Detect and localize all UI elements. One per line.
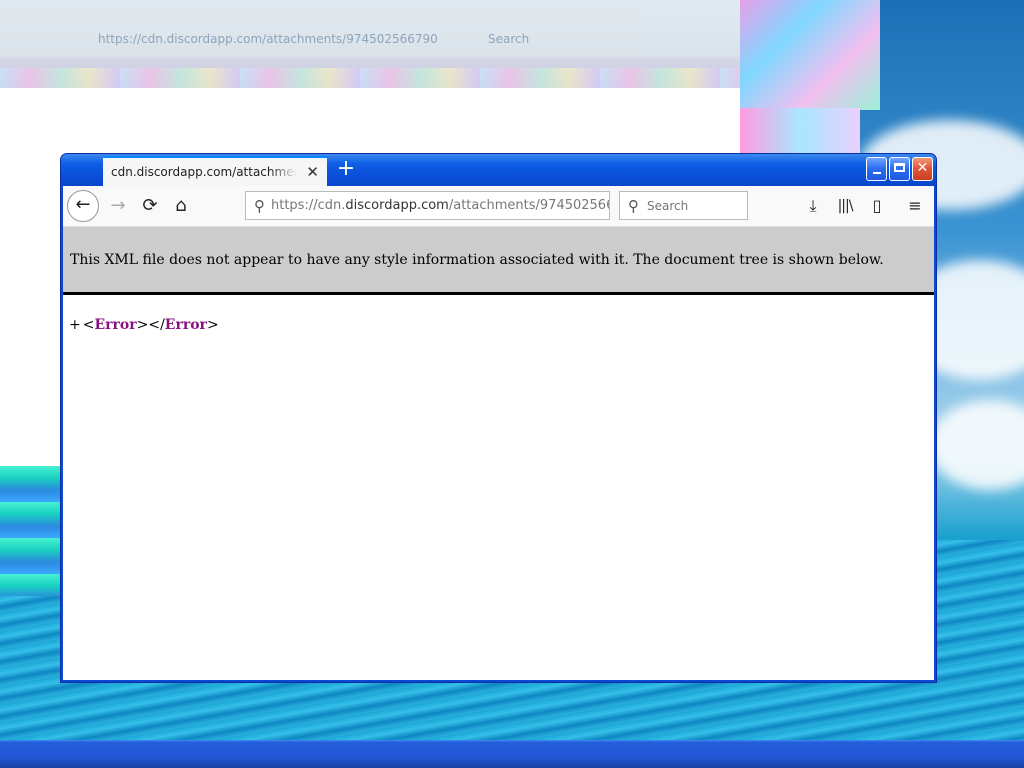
xml-style-notice: This XML file does not appear to have an… bbox=[63, 227, 934, 295]
minimize-button[interactable] bbox=[866, 157, 887, 181]
search-icon: ⚲ bbox=[254, 196, 265, 215]
ghost-url-text: https://cdn.discordapp.com/attachments/9… bbox=[98, 32, 438, 46]
end-tag-open-bracket: </ bbox=[148, 317, 165, 333]
url-prefix: https://cdn. bbox=[271, 198, 346, 213]
tag-close-bracket: > bbox=[136, 317, 149, 333]
home-icon[interactable]: ⌂ bbox=[166, 192, 196, 220]
tag-open-bracket: < bbox=[82, 317, 95, 333]
address-bar[interactable]: ⚲ https://cdn.discordapp.com/attachments… bbox=[245, 191, 610, 220]
reload-icon[interactable]: ⟳ bbox=[135, 192, 165, 220]
new-tab-button[interactable]: + bbox=[333, 157, 359, 183]
search-box[interactable]: ⚲ bbox=[619, 191, 748, 220]
end-tag-name: Error bbox=[164, 317, 207, 333]
library-icon[interactable]: |||\ bbox=[831, 192, 859, 220]
maximize-icon bbox=[894, 163, 905, 172]
search-input[interactable] bbox=[645, 197, 739, 214]
maximize-button[interactable] bbox=[889, 157, 910, 181]
tab-active[interactable]: cdn.discordapp.com/attachments/974502566… bbox=[103, 156, 327, 186]
search-icon: ⚲ bbox=[628, 196, 639, 215]
end-tag-close-bracket: > bbox=[206, 317, 219, 333]
glitch-strip bbox=[0, 68, 740, 88]
close-window-button[interactable]: ✕ bbox=[912, 157, 933, 181]
xml-tree: + <Error></Error> bbox=[69, 317, 219, 333]
browser-window: cdn.discordapp.com/attachments/974502566… bbox=[60, 153, 937, 683]
expand-toggle[interactable]: + bbox=[69, 317, 81, 333]
taskbar bbox=[0, 740, 1024, 768]
tab-close-icon[interactable]: ✕ bbox=[306, 163, 319, 181]
url-path: /attachments/974502566798 bbox=[448, 198, 609, 213]
tab-title: cdn.discordapp.com/attachments/974502566… bbox=[111, 165, 297, 179]
back-arrow-icon[interactable]: ← bbox=[67, 190, 99, 222]
page-content: This XML file does not appear to have an… bbox=[63, 227, 934, 680]
cloud bbox=[930, 400, 1024, 490]
ghost-search-text: Search bbox=[488, 32, 530, 46]
download-icon[interactable]: ⤓ bbox=[799, 192, 827, 220]
hamburger-menu-icon[interactable]: ≡ bbox=[901, 192, 929, 220]
sidebar-icon[interactable]: ▯ bbox=[863, 192, 891, 220]
glitch-left-strip bbox=[0, 466, 62, 596]
glitch-tile bbox=[740, 108, 860, 154]
url-domain: discordapp.com bbox=[345, 198, 449, 213]
minimize-icon bbox=[872, 172, 881, 174]
tag-name: Error bbox=[94, 317, 137, 333]
navigation-toolbar: ← → ⟳ ⌂ ⚲ https://cdn.discordapp.com/att… bbox=[63, 186, 934, 227]
forward-arrow-icon[interactable]: → bbox=[103, 192, 133, 220]
glitch-tile bbox=[740, 0, 880, 110]
url-text[interactable]: https://cdn.discordapp.com/attachments/9… bbox=[271, 198, 609, 213]
title-bar[interactable]: cdn.discordapp.com/attachments/974502566… bbox=[61, 154, 936, 186]
